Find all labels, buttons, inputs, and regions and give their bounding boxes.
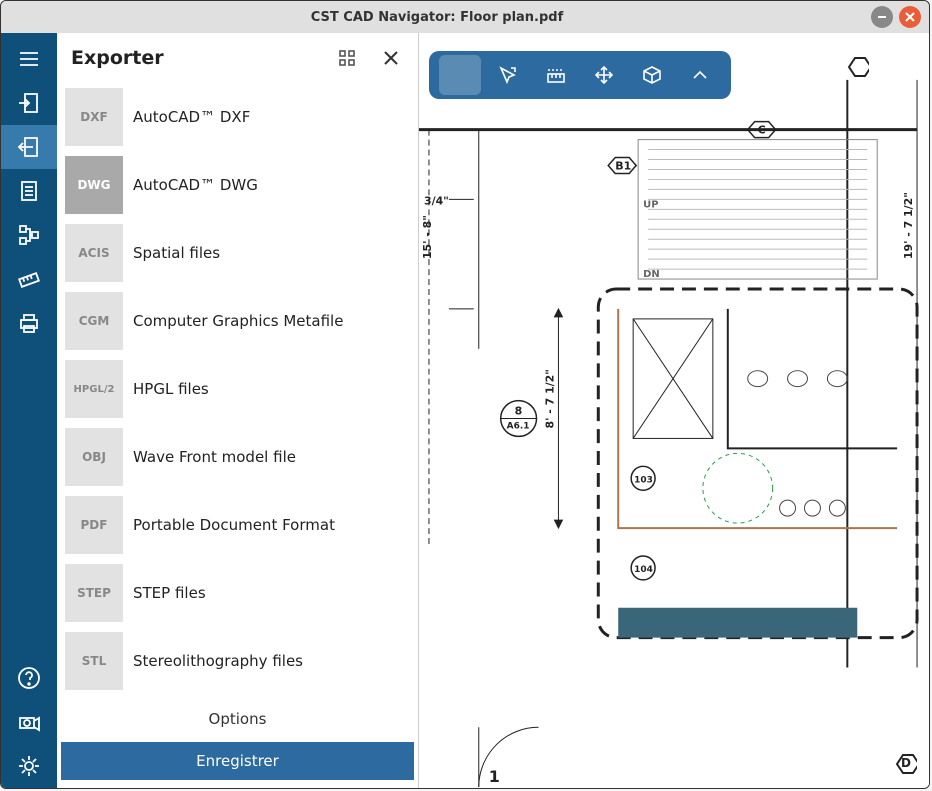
format-row-step[interactable]: STEP STEP files (61, 559, 414, 627)
titlebar: CST CAD Navigator: Floor plan.pdf (1, 1, 929, 33)
format-label: Portable Document Format (133, 516, 335, 534)
format-row-pdf[interactable]: PDF Portable Document Format (61, 491, 414, 559)
grid-marker-d: D (893, 752, 917, 776)
export-header: Exporter (57, 33, 418, 79)
grid-marker-top (845, 55, 869, 79)
floor-plan: 3/4" 15' - 8" 8' - 7 1/2" 19' - 7 1/2" U… (419, 49, 929, 788)
format-label: STEP files (133, 584, 206, 602)
tree-icon[interactable] (1, 213, 57, 257)
settings-icon[interactable] (1, 744, 57, 788)
svg-text:B1: B1 (615, 159, 631, 172)
svg-text:1: 1 (489, 767, 500, 786)
format-badge: DWG (65, 156, 123, 214)
format-badge: CGM (65, 292, 123, 350)
tool-pan-icon[interactable] (583, 55, 625, 95)
save-button[interactable]: Enregistrer (61, 742, 414, 780)
svg-text:DN: DN (643, 269, 660, 280)
body: Exporter DXF AutoCAD™ DXF DWG AutoCAD™ DWG A… (1, 33, 929, 788)
svg-text:104: 104 (634, 565, 653, 575)
svg-text:3/4": 3/4" (424, 194, 449, 207)
view-toolbar (429, 51, 731, 99)
svg-text:15' - 8": 15' - 8" (421, 215, 434, 259)
format-label: Computer Graphics Metafile (133, 312, 343, 330)
svg-text:103: 103 (634, 475, 653, 485)
tool-cursor-icon[interactable] (487, 55, 529, 95)
app-window: CST CAD Navigator: Floor plan.pdf Export… (0, 0, 930, 789)
close-panel-icon[interactable] (378, 45, 404, 71)
format-label: AutoCAD™ DXF (133, 108, 250, 126)
tool-cube-icon[interactable] (631, 55, 673, 95)
import-icon[interactable] (1, 81, 57, 125)
help-icon[interactable] (1, 656, 57, 700)
format-badge: PDF (65, 496, 123, 554)
format-row-dwg[interactable]: DWG AutoCAD™ DWG (61, 151, 414, 219)
window-title: CST CAD Navigator: Floor plan.pdf (9, 10, 865, 25)
format-row-obj[interactable]: OBJ Wave Front model file (61, 423, 414, 491)
svg-text:8' - 7 1/2": 8' - 7 1/2" (543, 369, 556, 428)
svg-text:19' - 7 1/2": 19' - 7 1/2" (902, 192, 915, 259)
grid-view-icon[interactable] (334, 45, 360, 71)
format-row-dxf[interactable]: DXF AutoCAD™ DXF (61, 83, 414, 151)
canvas-area[interactable]: 3/4" 15' - 8" 8' - 7 1/2" 19' - 7 1/2" U… (419, 33, 929, 788)
svg-text:8: 8 (515, 405, 523, 418)
close-button[interactable] (899, 6, 921, 28)
format-badge: ACIS (65, 224, 123, 282)
format-row-cgm[interactable]: CGM Computer Graphics Metafile (61, 287, 414, 355)
format-badge: STL (65, 632, 123, 690)
camera-icon[interactable] (1, 700, 57, 744)
format-label: Stereolithography files (133, 652, 303, 670)
format-row-hpgl2[interactable]: HPGL/2 HPGL files (61, 355, 414, 423)
export-icon[interactable] (1, 125, 57, 169)
format-row-stl[interactable]: STL Stereolithography files (61, 627, 414, 695)
tool-select[interactable] (439, 55, 481, 95)
tool-collapse-icon[interactable] (679, 55, 721, 95)
format-badge: STEP (65, 564, 123, 622)
format-badge: HPGL/2 (65, 360, 123, 418)
format-badge: DXF (65, 88, 123, 146)
format-label: HPGL files (133, 380, 209, 398)
print-icon[interactable] (1, 301, 57, 345)
format-badge: OBJ (65, 428, 123, 486)
menu-icon[interactable] (1, 37, 57, 81)
svg-text:A6.1: A6.1 (507, 421, 530, 431)
options-button[interactable]: Options (57, 700, 418, 738)
export-panel: Exporter DXF AutoCAD™ DXF DWG AutoCAD™ DWG A… (57, 33, 419, 788)
measure-icon[interactable] (1, 257, 57, 301)
tool-ruler-icon[interactable] (535, 55, 577, 95)
svg-text:UP: UP (643, 199, 658, 210)
svg-text:C: C (758, 124, 766, 137)
export-title: Exporter (71, 47, 334, 69)
minimize-button[interactable] (871, 6, 893, 28)
document-icon[interactable] (1, 169, 57, 213)
format-label: Spatial files (133, 244, 220, 262)
format-list[interactable]: DXF AutoCAD™ DXF DWG AutoCAD™ DWG ACIS Spatia… (57, 79, 414, 700)
format-label: Wave Front model file (133, 448, 296, 466)
left-toolbar (1, 33, 57, 788)
grid-marker-d-label: D (901, 756, 911, 770)
format-label: AutoCAD™ DWG (133, 176, 258, 194)
format-row-acis[interactable]: ACIS Spatial files (61, 219, 414, 287)
